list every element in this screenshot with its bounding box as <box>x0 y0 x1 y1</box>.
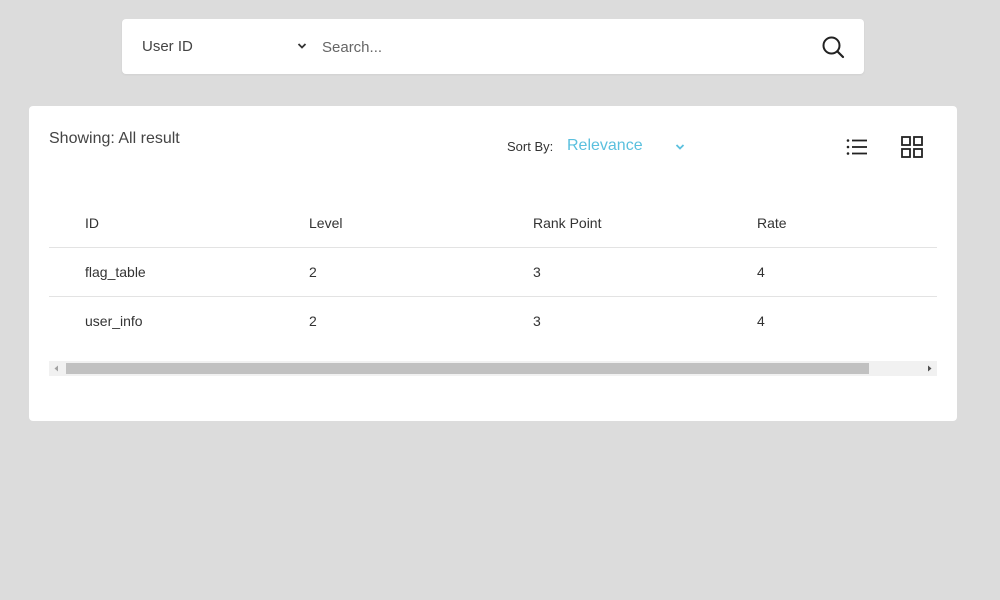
chevron-down-icon <box>675 144 685 150</box>
grid-view-icon[interactable] <box>901 136 923 158</box>
cell-level: 2 <box>309 295 533 345</box>
column-header-level[interactable]: Level <box>309 199 533 247</box>
sort-by-label: Sort By: <box>507 139 554 154</box>
search-bar: User ID <box>122 19 864 74</box>
table-header-row: ID Level Rank Point Rate <box>49 199 937 247</box>
sort-value: Relevance <box>567 137 643 154</box>
chevron-down-icon <box>297 43 307 49</box>
search-type-select[interactable]: User ID <box>142 19 307 74</box>
search-type-label: User ID <box>142 38 193 55</box>
results-panel: Showing: All result Sort By: Relevance I… <box>29 106 957 421</box>
column-header-rate[interactable]: Rate <box>757 199 937 247</box>
cell-id: flag_table <box>49 246 309 296</box>
scrollbar-thumb[interactable] <box>66 363 869 374</box>
cell-id: user_info <box>49 295 309 345</box>
column-header-rank-point[interactable]: Rank Point <box>533 199 757 247</box>
table-row[interactable]: flag_table 2 3 4 <box>49 246 937 296</box>
results-table: ID Level Rank Point Rate flag_table 2 3 … <box>49 199 937 345</box>
column-header-id[interactable]: ID <box>49 199 309 247</box>
cell-rank-point: 3 <box>533 246 757 296</box>
table-row[interactable]: user_info 2 3 4 <box>49 295 937 345</box>
cell-level: 2 <box>309 246 533 296</box>
search-icon[interactable] <box>821 35 845 59</box>
sort-select[interactable]: Relevance <box>567 137 685 157</box>
cell-rate: 4 <box>757 246 937 296</box>
showing-label: Showing: All result <box>49 130 180 147</box>
cell-rate: 4 <box>757 295 937 345</box>
cell-rank-point: 3 <box>533 295 757 345</box>
scroll-right-icon[interactable] <box>922 361 937 376</box>
search-input[interactable] <box>322 32 802 62</box>
results-table-wrap: ID Level Rank Point Rate flag_table 2 3 … <box>49 199 937 345</box>
horizontal-scrollbar[interactable] <box>49 361 937 376</box>
list-view-icon[interactable] <box>846 138 868 156</box>
scroll-left-icon[interactable] <box>49 361 64 376</box>
